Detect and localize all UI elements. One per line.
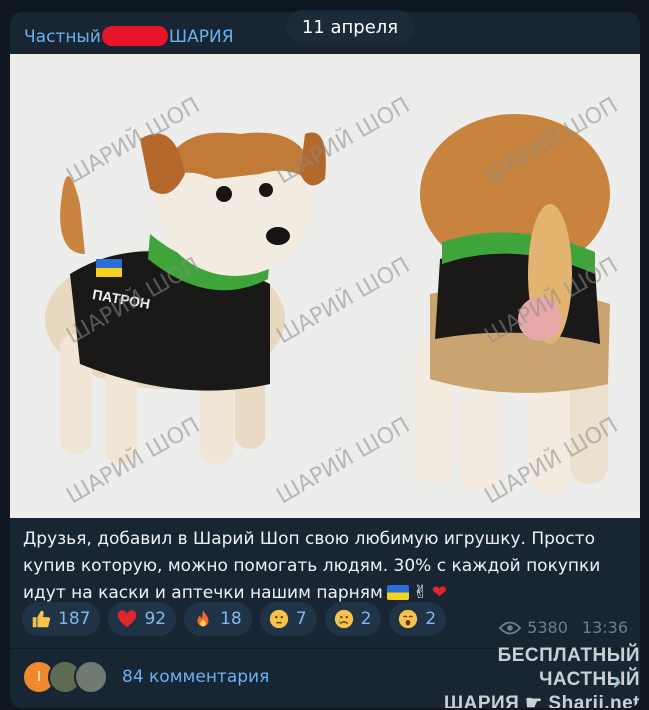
reaction-thinking[interactable]: 7 bbox=[259, 602, 317, 636]
date-separator: 11 апреля bbox=[286, 10, 414, 44]
reaction-yawning[interactable]: 2 bbox=[389, 602, 447, 636]
crying-face-icon bbox=[334, 609, 353, 629]
reactions-bar: 187 92 18 7 2 2 bbox=[22, 602, 447, 636]
corner-watermark: БЕСПЛАТНЫЙ ЧАСТНЫЙ ШАРИЯ ☛ Sharij.net bbox=[416, 644, 640, 708]
yawning-face-icon bbox=[399, 609, 418, 629]
post-time: 13:36 bbox=[581, 618, 628, 637]
chevron-right-icon[interactable]: › bbox=[612, 667, 622, 697]
thinking-face-icon bbox=[269, 609, 288, 629]
avatar bbox=[74, 660, 108, 694]
red-heart-icon bbox=[118, 610, 137, 628]
fire-icon bbox=[197, 609, 209, 627]
channel-post: Частный ШАРИЯ ПАТРОН ШАРИЙ ШОП ШАРИЙ ШОП… bbox=[10, 12, 640, 708]
pointing-hand-icon: ☛ bbox=[525, 693, 543, 708]
reaction-thumbs-up[interactable]: 187 bbox=[22, 602, 101, 636]
redaction-mark bbox=[101, 26, 168, 46]
views-count: 5380 bbox=[527, 618, 568, 637]
post-photo[interactable]: ПАТРОН ШАРИЙ ШОП ШАРИЙ ШОП ШАРИЙ ШОП ШАР… bbox=[10, 54, 640, 518]
views-eye-icon bbox=[499, 621, 522, 634]
post-meta: 5380 13:36 bbox=[499, 618, 628, 637]
reaction-heart[interactable]: 92 bbox=[108, 602, 177, 636]
ukraine-flag-icon bbox=[386, 585, 409, 600]
victory-hand-icon: ✌ bbox=[412, 582, 428, 603]
red-heart-icon: ❤ bbox=[431, 582, 448, 603]
reaction-crying[interactable]: 2 bbox=[324, 602, 382, 636]
reaction-fire[interactable]: 18 bbox=[184, 602, 252, 636]
comments-button[interactable]: I 84 комментария bbox=[22, 658, 269, 696]
channel-name[interactable]: Частный ШАРИЯ bbox=[24, 26, 234, 47]
message-text: Друзья, добавил в Шарий Шоп свою любимую… bbox=[23, 529, 601, 603]
thumbs-up-icon bbox=[32, 610, 51, 628]
comments-count-label: 84 комментария bbox=[122, 667, 270, 687]
